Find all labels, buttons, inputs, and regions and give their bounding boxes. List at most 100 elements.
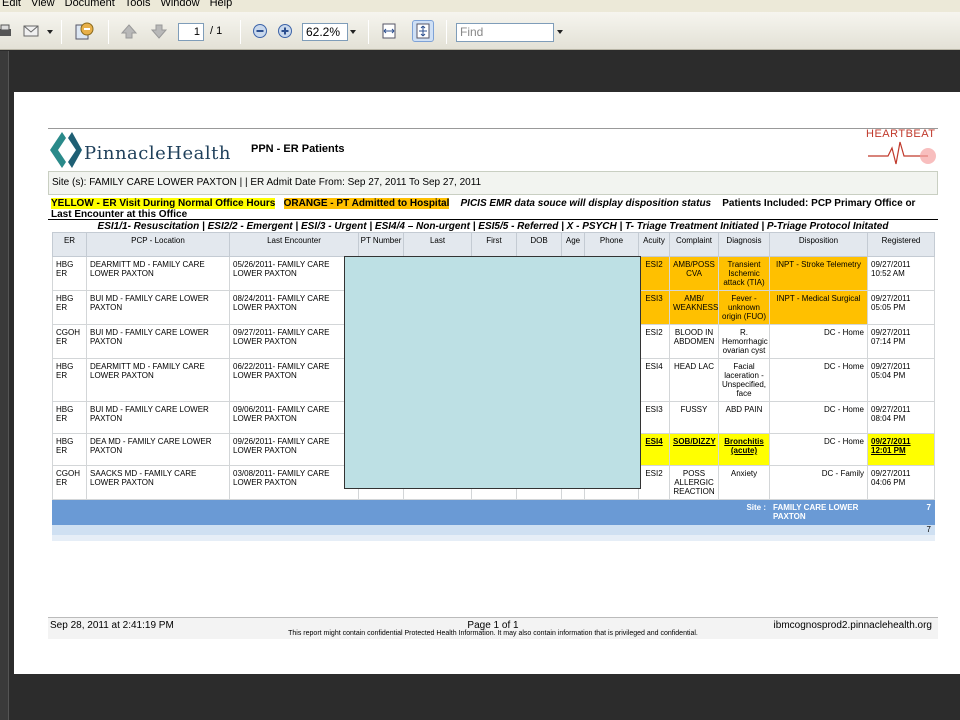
email-dropdown-arrow[interactable] (47, 30, 53, 34)
cell-last-encounter: 09/26/2011- FAMILY CARE LOWER PAXTON (229, 433, 359, 466)
col-phone: Phone (584, 232, 639, 257)
cell-disposition: DC - Home (769, 401, 868, 434)
fit-page-button[interactable] (412, 20, 434, 42)
col-registered: Registered (867, 232, 935, 257)
cell-pcp: DEA MD - FAMILY CARE LOWER PAXTON (86, 433, 230, 466)
grand-total-row: 7 (52, 524, 935, 535)
toolbar: 1 / 1 62.2% Find (0, 12, 960, 50)
legend-picis: PICIS EMR data souce will display dispos… (460, 198, 712, 209)
site-summary-row: Site : FAMILY CARE LOWER PAXTON 7 (52, 499, 935, 525)
printer-icon (0, 24, 11, 36)
cell-acuity: ESI2 (638, 256, 670, 291)
zoom-in-button[interactable] (274, 20, 296, 42)
find-input[interactable]: Find (456, 23, 554, 42)
cell-complaint: AMB/ WEAKNESS (669, 290, 719, 325)
cell-registered: 09/27/2011 04:06 PM (867, 465, 935, 500)
zoom-in-icon (278, 24, 292, 38)
table-end-row (52, 534, 935, 541)
table-header-row: ER PCP - Location Last Encounter PT Numb… (52, 232, 935, 257)
cell-acuity: ESI4 (638, 433, 670, 466)
report-footer: Sep 28, 2011 at 2:41:19 PM Page 1 of 1 i… (48, 618, 938, 639)
col-last: Last (403, 232, 472, 257)
previous-page-button[interactable] (118, 20, 140, 42)
cell-disposition: DC - Home (769, 358, 868, 402)
cell-acuity: ESI2 (638, 465, 670, 500)
cell-complaint: POSS ALLERGIC REACTION (669, 465, 719, 500)
cell-er: HBG ER (52, 358, 87, 402)
fit-page-icon (416, 23, 430, 39)
next-page-button[interactable] (148, 20, 170, 42)
footer-confidential: This report might contain confidential P… (288, 630, 698, 637)
cell-diagnosis: Bronchitis (acute) (718, 433, 770, 466)
cell-registered: 09/27/2011 05:04 PM (867, 358, 935, 402)
cell-last-encounter: 08/24/2011- FAMILY CARE LOWER PAXTON (229, 290, 359, 325)
cell-disposition: INPT - Stroke Telemetry (769, 256, 868, 291)
col-pt-number: PT Number (358, 232, 404, 257)
legend-yellow: YELLOW - ER Visit During Normal Office H… (51, 198, 276, 209)
cell-registered: 09/27/2011 10:52 AM (867, 256, 935, 291)
arrow-up-icon (120, 24, 138, 39)
share-button[interactable] (73, 20, 95, 42)
col-age: Age (561, 232, 585, 257)
menu-view[interactable]: View (29, 0, 63, 12)
esi-key: ESI1/1- Resuscitation | ESI2/2 - Emergen… (97, 221, 889, 232)
cell-complaint: AMB/POSS CVA (669, 256, 719, 291)
zoom-out-button[interactable] (249, 20, 271, 42)
navigation-pane-strip[interactable] (0, 51, 9, 720)
menu-help[interactable]: Help (208, 0, 241, 12)
cell-er: HBG ER (52, 256, 87, 291)
col-er: ER (52, 232, 87, 257)
find-dropdown-arrow[interactable] (557, 30, 563, 34)
cell-diagnosis: Transient Ischemic attack (TIA) (718, 256, 770, 291)
cell-last-encounter: 03/08/2011- FAMILY CARE LOWER PAXTON (229, 465, 359, 500)
cell-diagnosis: R. Hemorrhagic ovarian cyst (718, 324, 770, 359)
print-button[interactable] (0, 20, 16, 42)
redaction-box (344, 256, 641, 489)
cell-complaint: BLOOD IN ABDOMEN (669, 324, 719, 359)
toolbar-separator (446, 20, 447, 44)
cell-disposition: DC - Home (769, 324, 868, 359)
cell-er: CGOH ER (52, 324, 87, 359)
summary-label: Site : (718, 499, 770, 525)
cell-diagnosis: ABD PAIN (718, 401, 770, 434)
menu-document[interactable]: Document (63, 0, 123, 12)
cell-last-encounter: 09/27/2011- FAMILY CARE LOWER PAXTON (229, 324, 359, 359)
report-title: PPN - ER Patients (251, 143, 345, 155)
toolbar-separator (61, 20, 62, 44)
cell-er: HBG ER (52, 433, 87, 466)
pdf-page: PinnacleHealth PPN - ER Patients HEARTBE… (14, 92, 960, 674)
header-rule (48, 128, 938, 129)
cell-disposition: DC - Family (769, 465, 868, 500)
summary-site: FAMILY CARE LOWER PAXTON (769, 499, 868, 525)
cell-pcp: SAACKS MD - FAMILY CARE LOWER PAXTON (86, 465, 230, 500)
fit-width-button[interactable] (378, 20, 400, 42)
cell-diagnosis: Facial laceration - Unspecified, face (718, 358, 770, 402)
col-last-encounter: Last Encounter (229, 232, 359, 257)
menu-tools[interactable]: Tools (123, 0, 159, 12)
legend-orange: ORANGE - PT Admitted to Hospital (283, 198, 450, 209)
pinnacle-health-logo-icon (50, 132, 82, 168)
toolbar-separator (240, 20, 241, 44)
col-pcp-location: PCP - Location (86, 232, 230, 257)
cell-complaint: SOB/DIZZY (669, 433, 719, 466)
arrow-down-icon (150, 24, 168, 39)
cell-complaint: HEAD LAC (669, 358, 719, 402)
esi-rule (48, 219, 938, 220)
menu-window[interactable]: Window (158, 0, 207, 12)
cell-last-encounter: 09/06/2011- FAMILY CARE LOWER PAXTON (229, 401, 359, 434)
summary-count: 7 (867, 499, 935, 525)
cell-er: HBG ER (52, 401, 87, 434)
toolbar-separator (368, 20, 369, 44)
zoom-level-input[interactable]: 62.2% (302, 23, 348, 41)
page-number-input[interactable]: 1 (178, 23, 204, 41)
cell-registered: 09/27/2011 12:01 PM (867, 433, 935, 466)
cell-diagnosis: Anxiety (718, 465, 770, 500)
email-button[interactable] (20, 20, 42, 42)
heartbeat-label: HEARTBEAT (866, 128, 936, 140)
menu-edit[interactable]: Edit (0, 0, 29, 12)
col-acuity: Acuity (638, 232, 670, 257)
cell-last-encounter: 05/26/2011- FAMILY CARE LOWER PAXTON (229, 256, 359, 291)
cell-pcp: BUI MD - FAMILY CARE LOWER PAXTON (86, 401, 230, 434)
fit-width-icon (382, 23, 396, 39)
zoom-dropdown-arrow[interactable] (350, 30, 356, 34)
